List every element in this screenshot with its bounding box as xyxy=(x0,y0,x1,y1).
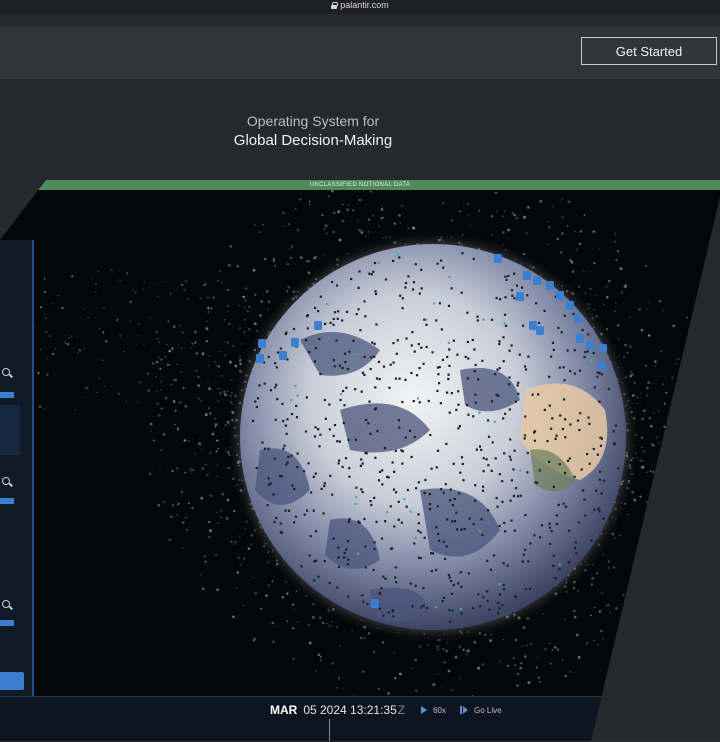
timeline-cursor[interactable] xyxy=(329,719,330,741)
tagline-line-1: Operating System for xyxy=(0,112,626,130)
sidebar-panel xyxy=(0,405,20,455)
map-pin[interactable] xyxy=(256,354,264,363)
left-sidebar xyxy=(0,240,34,696)
map-pin[interactable] xyxy=(523,271,531,280)
sidebar-indicator xyxy=(0,498,14,504)
url-display[interactable]: palantir.com xyxy=(331,0,389,10)
browser-url-bar[interactable]: palantir.com xyxy=(0,0,720,14)
search-icon[interactable] xyxy=(2,477,12,487)
tagline-line-2: Global Decision-Making xyxy=(0,130,626,152)
sidebar-indicator xyxy=(0,620,14,626)
sidebar-action-button[interactable] xyxy=(0,672,24,690)
map-pin[interactable] xyxy=(586,341,594,350)
map-pin[interactable] xyxy=(529,321,537,330)
go-live-button[interactable]: Go Live xyxy=(474,706,502,715)
playback-speed[interactable]: 60x xyxy=(433,706,446,715)
map-pin[interactable] xyxy=(576,334,584,343)
satellite-globe-view[interactable] xyxy=(0,190,720,696)
url-text: palantir.com xyxy=(340,0,389,10)
search-icon[interactable] xyxy=(2,368,12,378)
map-pin[interactable] xyxy=(494,254,502,263)
go-live-icon[interactable] xyxy=(460,706,468,714)
date-month: MAR xyxy=(270,703,297,717)
hero-tagline: Operating System for Global Decision-Mak… xyxy=(0,112,626,152)
map-pin[interactable] xyxy=(574,314,582,323)
map-pin[interactable] xyxy=(291,338,299,347)
map-pin[interactable] xyxy=(536,326,544,335)
time-zone: Z xyxy=(398,703,405,717)
site-header: Get Started xyxy=(0,26,720,79)
time-controls: MAR 05 2024 13:21:35 Z 60x Go Live xyxy=(270,703,502,717)
map-pin[interactable] xyxy=(566,301,574,310)
map-pin[interactable] xyxy=(546,281,554,290)
map-pin[interactable] xyxy=(371,599,379,608)
classification-banner: UNCLASSIFIED NOTIONAL DATA xyxy=(0,180,720,190)
sidebar-indicator xyxy=(0,392,14,398)
map-pin[interactable] xyxy=(279,351,287,360)
map-pin[interactable] xyxy=(556,291,564,300)
date-time: 05 2024 13:21:35 xyxy=(303,703,396,717)
map-pin[interactable] xyxy=(314,321,322,330)
play-icon[interactable] xyxy=(421,706,427,714)
map-pin[interactable] xyxy=(599,344,607,353)
get-started-button[interactable]: Get Started xyxy=(581,37,717,65)
map-pin[interactable] xyxy=(258,339,266,348)
search-icon[interactable] xyxy=(2,600,12,610)
map-pin[interactable] xyxy=(598,361,606,370)
map-pin[interactable] xyxy=(516,292,524,301)
lock-icon xyxy=(331,2,337,9)
browser-strip xyxy=(0,14,720,26)
map-pin[interactable] xyxy=(533,276,541,285)
